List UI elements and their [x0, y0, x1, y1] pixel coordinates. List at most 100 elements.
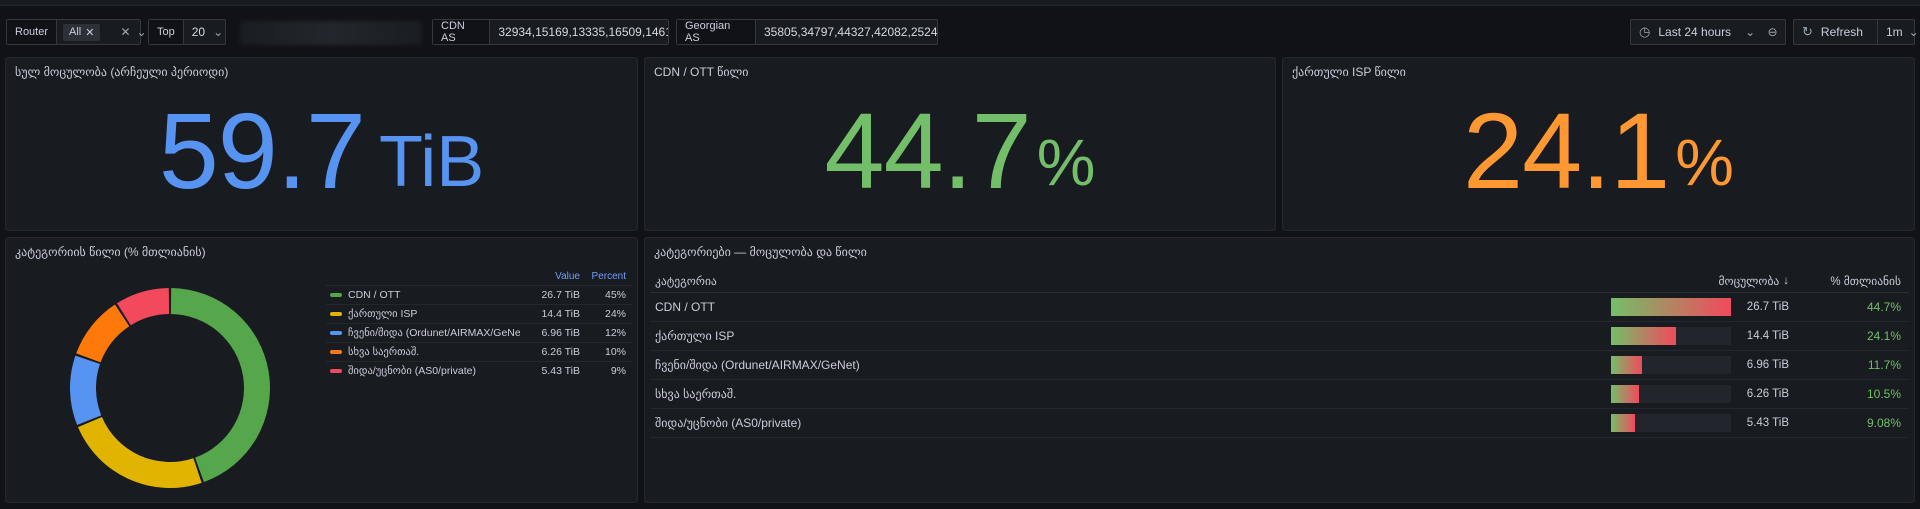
clear-icon[interactable]: ✕ — [120, 25, 130, 39]
category-name: CDN / OTT — [655, 300, 715, 314]
total-volume-panel: სულ მოცულობა (არჩეული პერიოდი) 59.7 TiB — [5, 57, 638, 231]
legend-label: სხვა საერთაშ. — [348, 346, 420, 358]
volume-cell: 14.4 TiB — [1595, 327, 1795, 345]
legend-label: ქართული ISP — [348, 308, 418, 320]
top-strip — [0, 0, 1920, 6]
cdn-share-panel: CDN / OTT წილი 44.7 % — [644, 57, 1276, 231]
column-header-share[interactable]: % მთლიანის — [1795, 274, 1909, 288]
legend-header-value: Value — [555, 271, 580, 282]
column-header-category[interactable]: კატეგორია — [650, 274, 1595, 288]
time-range-label: Last 24 hours — [1658, 25, 1732, 39]
chevron-down-icon: ⌄ — [1908, 25, 1919, 39]
arrow-down-icon: ↓ — [1783, 274, 1789, 287]
stat-value: 24.1 % — [1283, 58, 1914, 230]
volume-cell: 6.26 TiB — [1595, 385, 1795, 403]
legend-item[interactable]: ჩვენი/შიდა (Ordunet/AIRMAX/GeNet) 6.96 Ti… — [326, 323, 632, 342]
volume-cell: 26.7 TiB — [1595, 298, 1795, 316]
cdn-as-variable[interactable]: CDN AS 32934,15169,13335,16509,14618,2 — [432, 19, 669, 45]
cdn-as-input[interactable]: 32934,15169,13335,16509,14618,2 — [490, 25, 668, 39]
share-value: 10.5% — [1866, 387, 1901, 401]
stat-value: 44.7 % — [645, 58, 1275, 230]
top-value: 20 — [191, 25, 206, 39]
legend-value: 14.4 TiB — [541, 308, 580, 320]
chevron-down-icon: ⌄ — [1745, 25, 1756, 39]
table-row[interactable]: ქართული ISP 14.4 TiB 24.1% — [650, 322, 1909, 351]
panel-title: კატეგორიის წილი (% მთლიანის) — [15, 245, 206, 259]
category-share-panel: კატეგორიის წილი (% მთლიანის) Value Perce… — [5, 237, 638, 503]
table-header: კატეგორია მოცულობა ↓ % მთლიანის — [650, 269, 1909, 293]
table-row[interactable]: შიდა/უცნობი (AS0/private) 5.43 TiB 9.08% — [650, 409, 1909, 438]
pie-legend: Value Percent CDN / OTT 26.7 TiB 45% ქართულ… — [326, 271, 632, 380]
legend-percent: 10% — [604, 346, 626, 358]
category-name: ქართული ISP — [655, 329, 735, 343]
stat-unit: TiB — [378, 122, 485, 202]
refresh-button[interactable]: ↻ Refresh 1m ⌄ — [1793, 19, 1919, 45]
close-icon[interactable]: ✕ — [85, 26, 94, 39]
refresh-interval-value: 1m — [1885, 25, 1903, 39]
top-label: Top — [149, 20, 184, 44]
router-variable[interactable]: Router All ✕ ✕ ⌄ — [6, 19, 147, 45]
volume-gauge — [1611, 327, 1731, 345]
chevron-down-icon[interactable]: ⌄ — [137, 25, 147, 39]
volume-cell: 5.43 TiB — [1595, 414, 1795, 432]
donut-slice[interactable] — [77, 416, 202, 488]
stat-number: 24.1 — [1463, 90, 1670, 211]
category-name: ჩვენი/შიდა (Ordunet/AIRMAX/GeNet) — [655, 358, 860, 372]
category-table-panel: კატეგორიები — მოცულობა და წილი კატეგორია… — [644, 237, 1915, 503]
table-row[interactable]: სხვა საერთაშ. 6.26 TiB 10.5% — [650, 380, 1909, 409]
legend-swatch — [330, 331, 342, 335]
stat-number: 44.7 — [824, 90, 1032, 211]
share-value: 24.1% — [1866, 329, 1901, 343]
georgian-as-input[interactable]: 35805,34797,44327,42082,2524 — [756, 25, 937, 39]
legend-rows: CDN / OTT 26.7 TiB 45% ქართული ISP 14.4 TiB 2… — [326, 285, 632, 380]
volume-value: 6.96 TiB — [1746, 359, 1789, 371]
share-value: 11.7% — [1867, 358, 1901, 372]
volume-gauge-fill — [1611, 327, 1676, 345]
georgian-as-label: Georgian AS — [677, 20, 756, 44]
volume-cell: 6.96 TiB — [1595, 356, 1795, 374]
legend-label: შიდა/უცნობი (AS0/private) — [348, 365, 476, 377]
donut-slice[interactable] — [69, 355, 102, 425]
zoom-out-button[interactable]: ⊖ — [1760, 19, 1786, 45]
legend-value: 26.7 TiB — [541, 289, 580, 301]
panel-title: კატეგორიები — მოცულობა და წილი — [654, 245, 867, 259]
volume-value: 5.43 TiB — [1746, 417, 1789, 429]
router-chip[interactable]: All ✕ — [63, 23, 101, 41]
redacted-field — [240, 21, 422, 45]
share-value: 44.7% — [1866, 300, 1901, 314]
refresh-interval-picker[interactable]: 1m ⌄ — [1876, 20, 1919, 44]
column-header-volume[interactable]: მოცულობა ↓ — [1595, 274, 1795, 288]
legend-item[interactable]: სხვა საერთაშ. 6.26 TiB 10% — [326, 342, 632, 361]
top-variable[interactable]: Top 20 ⌄ — [148, 19, 226, 45]
table-row[interactable]: CDN / OTT 26.7 TiB 44.7% — [650, 293, 1909, 322]
table-row[interactable]: ჩვენი/შიდა (Ordunet/AIRMAX/GeNet) 6.96 Ti… — [650, 351, 1909, 380]
volume-gauge — [1611, 298, 1731, 316]
volume-value: 26.7 TiB — [1746, 301, 1789, 313]
georgian-as-variable[interactable]: Georgian AS 35805,34797,44327,42082,2524 — [676, 19, 938, 45]
legend-percent: 9% — [610, 365, 626, 377]
refresh-icon: ↻ — [1802, 24, 1813, 39]
stat-unit: % — [1036, 125, 1096, 199]
router-chip-label: All — [69, 26, 82, 38]
volume-gauge-fill — [1611, 414, 1635, 432]
volume-gauge — [1611, 414, 1731, 432]
cdn-as-label: CDN AS — [433, 20, 491, 44]
volume-value: 6.26 TiB — [1746, 388, 1789, 400]
category-table: კატეგორია მოცულობა ↓ % მთლიანის CDN / OTT… — [650, 269, 1909, 438]
legend-item[interactable]: შიდა/უცნობი (AS0/private) 5.43 TiB 9% — [326, 361, 632, 380]
stat-value: 59.7 TiB — [6, 58, 637, 230]
legend-item[interactable]: ქართული ISP 14.4 TiB 24% — [326, 304, 632, 323]
clock-icon: ◷ — [1639, 24, 1651, 39]
table-body: CDN / OTT 26.7 TiB 44.7% ქართული ISP 14.4 Ti… — [650, 293, 1909, 438]
donut-slice[interactable] — [170, 288, 270, 483]
router-label: Router — [7, 20, 58, 44]
legend-percent: 24% — [604, 308, 626, 320]
legend-item[interactable]: CDN / OTT 26.7 TiB 45% — [326, 285, 632, 304]
donut-slice[interactable] — [76, 304, 130, 363]
legend-value: 6.96 TiB — [541, 327, 580, 339]
zoom-out-icon: ⊖ — [1767, 25, 1778, 39]
isp-share-panel: ქართული ISP წილი 24.1 % — [1282, 57, 1915, 231]
legend-header-percent: Percent — [591, 271, 626, 282]
chevron-down-icon[interactable]: ⌄ — [213, 25, 223, 39]
legend-swatch — [330, 312, 342, 316]
